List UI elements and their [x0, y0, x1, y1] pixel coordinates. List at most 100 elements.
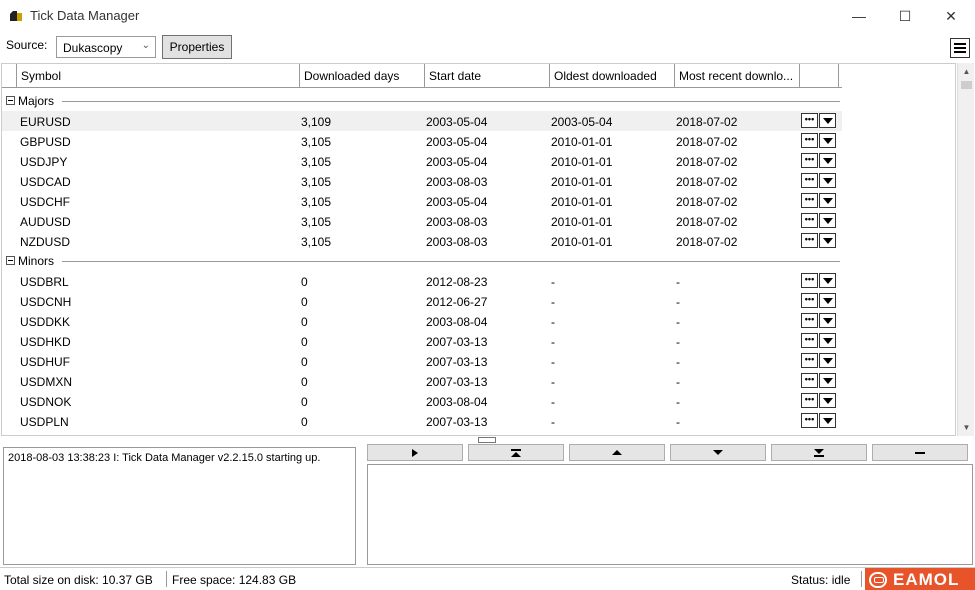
cell-days: 0	[301, 355, 308, 369]
total-size-text: Total size on disk: 10.37 GB	[4, 573, 153, 587]
remove-icon	[915, 451, 925, 454]
scroll-down-icon[interactable]: ▼	[958, 419, 975, 436]
navigation-toolbar	[367, 444, 973, 462]
splitter-handle[interactable]	[478, 437, 496, 443]
collapse-icon[interactable]	[6, 256, 15, 265]
row-dropdown-icon[interactable]	[819, 413, 836, 428]
detail-panel	[367, 464, 973, 565]
table-row[interactable]: USDJPY 3,105 2003-05-04 2010-01-01 2018-07-0…	[2, 151, 842, 171]
cell-recent: 2018-07-02	[676, 155, 738, 169]
cell-recent: 2018-07-02	[676, 115, 738, 129]
row-menu-button[interactable]: •••	[801, 353, 818, 368]
row-dropdown-icon[interactable]	[819, 393, 836, 408]
row-dropdown-icon[interactable]	[819, 273, 836, 288]
row-menu-button[interactable]: •••	[801, 133, 818, 148]
cell-oldest: -	[551, 415, 555, 429]
table-row[interactable]: USDCHF 3,105 2003-05-04 2010-01-01 2018-07-0…	[2, 191, 842, 211]
column-header-oldest-downloaded[interactable]: Oldest downloaded	[549, 64, 674, 88]
vertical-scrollbar[interactable]: ▲ ▼	[957, 63, 974, 436]
column-header-start-date[interactable]: Start date	[424, 64, 549, 88]
column-header-downloaded-days[interactable]: Downloaded days	[299, 64, 424, 88]
row-dropdown-icon[interactable]	[819, 113, 836, 128]
row-menu-button[interactable]: •••	[801, 233, 818, 248]
table-row[interactable]: EURUSD 3,109 2003-05-04 2003-05-04 2018-07-0…	[2, 111, 842, 131]
column-header-symbol[interactable]: Symbol	[16, 64, 299, 88]
cell-recent: -	[676, 355, 680, 369]
move-up-button[interactable]	[569, 444, 665, 461]
table-row[interactable]: NZDUSD 3,105 2003-08-03 2010-01-01 2018-07-0…	[2, 231, 842, 251]
cell-oldest: 2010-01-01	[551, 195, 613, 209]
row-dropdown-icon[interactable]	[819, 173, 836, 188]
row-dropdown-icon[interactable]	[819, 373, 836, 388]
table-row[interactable]: USDNOK 0 2003-08-04 - - •••	[2, 391, 842, 411]
close-button[interactable]: ✕	[928, 0, 974, 32]
group-header-minors[interactable]: Minors	[2, 251, 842, 271]
cell-start: 2012-08-23	[426, 275, 488, 289]
cell-start: 2003-08-03	[426, 215, 488, 229]
row-dropdown-icon[interactable]	[819, 353, 836, 368]
row-dropdown-icon[interactable]	[819, 193, 836, 208]
hamburger-menu-button[interactable]	[950, 38, 970, 58]
source-select[interactable]: Dukascopy ⌄	[56, 36, 156, 58]
table-row[interactable]: USDCAD 3,105 2003-08-03 2010-01-01 2018-07-0…	[2, 171, 842, 191]
log-line: 2018-08-03 13:38:23 I: Tick Data Manager…	[8, 452, 321, 464]
play-button[interactable]	[367, 444, 463, 461]
row-menu-button[interactable]: •••	[801, 373, 818, 388]
table-row[interactable]: USDCNH 0 2012-06-27 - - •••	[2, 291, 842, 311]
table-row[interactable]: USDMXN 0 2007-03-13 - - •••	[2, 371, 842, 391]
row-menu-button[interactable]: •••	[801, 273, 818, 288]
row-menu-button[interactable]: •••	[801, 173, 818, 188]
table-row[interactable]: USDHKD 0 2007-03-13 - - •••	[2, 331, 842, 351]
cell-oldest: -	[551, 375, 555, 389]
table-row[interactable]: GBPUSD 3,105 2003-05-04 2010-01-01 2018-07-0…	[2, 131, 842, 151]
cell-days: 3,105	[301, 235, 332, 249]
row-dropdown-icon[interactable]	[819, 313, 836, 328]
row-menu-button[interactable]: •••	[801, 153, 818, 168]
play-icon	[412, 448, 418, 457]
row-dropdown-icon[interactable]	[819, 213, 836, 228]
move-top-button[interactable]	[468, 444, 564, 461]
row-dropdown-icon[interactable]	[819, 153, 836, 168]
table-row[interactable]: USDDKK 0 2003-08-04 - - •••	[2, 311, 842, 331]
row-menu-button[interactable]: •••	[801, 193, 818, 208]
row-dropdown-icon[interactable]	[819, 333, 836, 348]
scroll-up-icon[interactable]: ▲	[958, 63, 975, 80]
minimize-button[interactable]: —	[836, 0, 882, 32]
column-header-most-recent[interactable]: Most recent downlo...	[674, 64, 799, 88]
maximize-button[interactable]: ☐	[882, 0, 928, 32]
symbols-grid[interactable]: Symbol Downloaded days Start date Oldest…	[1, 63, 956, 436]
row-dropdown-icon[interactable]	[819, 233, 836, 248]
table-row[interactable]: USDHUF 0 2007-03-13 - - •••	[2, 351, 842, 371]
row-dropdown-icon[interactable]	[819, 133, 836, 148]
collapse-icon[interactable]	[6, 96, 15, 105]
group-label: Majors	[18, 94, 55, 108]
cell-symbol: USDDKK	[20, 315, 71, 329]
cell-start: 2012-06-27	[426, 295, 488, 309]
row-menu-button[interactable]: •••	[801, 333, 818, 348]
cell-start: 2003-08-03	[426, 175, 488, 189]
scrollbar-thumb[interactable]	[961, 81, 972, 89]
cell-recent: 2018-07-02	[676, 235, 738, 249]
table-row[interactable]: AUDUSD 3,105 2003-08-03 2010-01-01 2018-07-0…	[2, 211, 842, 231]
row-menu-button[interactable]: •••	[801, 313, 818, 328]
properties-button[interactable]: Properties	[162, 35, 232, 59]
remove-button[interactable]	[872, 444, 968, 461]
cell-start: 2007-03-13	[426, 375, 488, 389]
table-row[interactable]: USDBRL 0 2012-08-23 - - •••	[2, 271, 842, 291]
row-menu-button[interactable]: •••	[801, 393, 818, 408]
cell-symbol: USDCAD	[20, 175, 71, 189]
cell-recent: -	[676, 335, 680, 349]
status-text: Status: idle	[791, 573, 851, 587]
move-down-button[interactable]	[670, 444, 766, 461]
row-menu-button[interactable]: •••	[801, 413, 818, 428]
row-dropdown-icon[interactable]	[819, 293, 836, 308]
row-menu-button[interactable]: •••	[801, 113, 818, 128]
row-menu-button[interactable]: •••	[801, 293, 818, 308]
row-menu-button[interactable]: •••	[801, 213, 818, 228]
window-title: Tick Data Manager	[30, 8, 140, 23]
group-header-majors[interactable]: Majors	[2, 91, 842, 111]
table-row[interactable]: USDPLN 0 2007-03-13 - - •••	[2, 411, 842, 431]
status-bar: Total size on disk: 10.37 GB Free space:…	[0, 567, 975, 590]
move-bottom-button[interactable]	[771, 444, 867, 461]
cell-symbol: USDBRL	[20, 275, 69, 289]
